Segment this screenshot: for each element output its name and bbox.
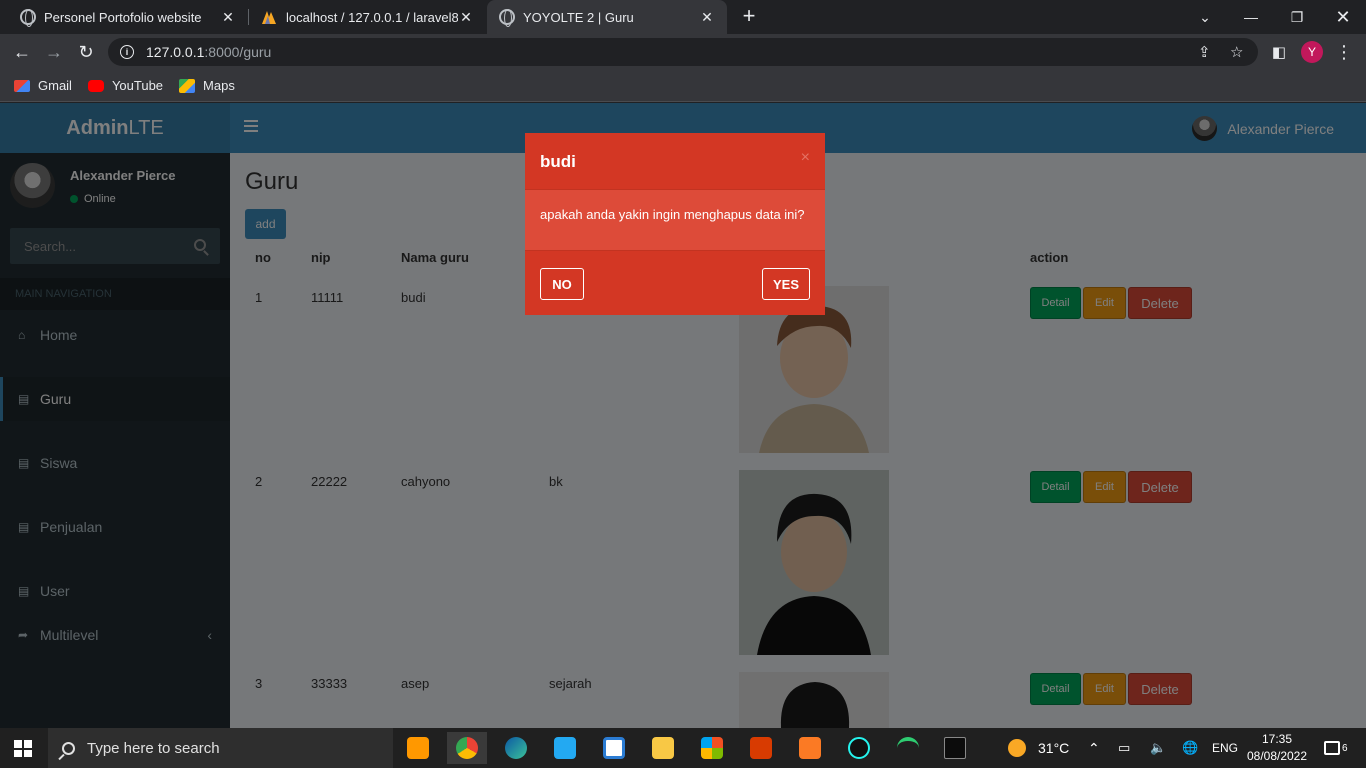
office-icon[interactable] — [741, 732, 781, 764]
browser-tabstrip: Personel Portofolio website ✕ localhost … — [0, 0, 1366, 34]
windows-start-icon[interactable] — [14, 740, 32, 757]
volume-icon[interactable]: 🔈 — [1150, 728, 1166, 768]
url-text: 127.0.0.1:8000/guru — [146, 44, 272, 60]
network-globe-icon[interactable]: 🌐 — [1182, 728, 1198, 768]
minimize-icon[interactable]: — — [1228, 0, 1274, 34]
close-icon[interactable]: × — [801, 149, 810, 167]
bookmark-label: Maps — [203, 78, 235, 93]
notepad-icon[interactable] — [594, 732, 634, 764]
no-button[interactable]: NO — [540, 268, 584, 300]
speedtest-icon[interactable] — [888, 732, 928, 764]
terminal-icon[interactable] — [935, 732, 975, 764]
reload-icon[interactable]: ↻ — [74, 40, 98, 64]
menu-kebab-icon[interactable]: ⋮ — [1332, 40, 1356, 64]
tab-search-icon[interactable]: ⌄ — [1182, 0, 1228, 34]
sublime-text-icon[interactable] — [398, 732, 438, 764]
restore-icon[interactable]: ❐ — [1274, 0, 1320, 34]
phpmyadmin-icon — [262, 11, 276, 24]
browser-tab-guru[interactable]: YOYOLTE 2 | Guru ✕ — [487, 0, 727, 34]
taskbar-search-input[interactable]: Type here to search — [48, 728, 393, 768]
clock[interactable]: 17:35 08/08/2022 — [1240, 731, 1314, 765]
bookmark-label: YouTube — [111, 78, 164, 93]
battery-icon[interactable]: ▭ — [1118, 728, 1130, 768]
forward-icon[interactable]: → — [42, 40, 66, 64]
edge-icon[interactable] — [496, 732, 536, 764]
xampp-icon[interactable] — [790, 732, 830, 764]
yes-button[interactable]: YES — [762, 268, 810, 300]
clock-date: 08/08/2022 — [1246, 749, 1308, 763]
bookmark-gmail[interactable]: Gmail — [14, 78, 72, 93]
microsoft-store-icon[interactable] — [692, 732, 732, 764]
browser-tab-portfolio[interactable]: Personel Portofolio website ✕ — [8, 0, 248, 34]
web-page: AdminLTE Alexander Pierce Alexander Pier… — [0, 103, 1366, 728]
tab-close-icon[interactable]: ✕ — [458, 9, 474, 26]
modal-header: budi × — [525, 133, 825, 190]
close-window-icon[interactable]: ✕ — [1320, 0, 1366, 34]
bookmark-maps[interactable]: Maps — [179, 78, 235, 93]
weather-widget[interactable]: 31°C — [1008, 728, 1069, 768]
modal-footer: NO YES — [525, 250, 825, 315]
new-tab-button[interactable]: + — [738, 5, 760, 28]
sun-icon — [1008, 739, 1026, 757]
tiktok-icon[interactable] — [839, 732, 879, 764]
youtube-icon — [87, 79, 104, 92]
share-icon[interactable]: ⇪ — [1198, 38, 1211, 66]
modal-title: budi — [540, 152, 576, 171]
clock-time: 17:35 — [1261, 732, 1293, 746]
notification-icon[interactable]: 6 — [1324, 728, 1348, 768]
bookmark-youtube[interactable]: YouTube — [87, 78, 164, 93]
chrome-icon[interactable] — [447, 732, 487, 764]
globe-icon — [499, 9, 515, 27]
back-icon[interactable]: ← — [10, 40, 34, 64]
maps-icon — [179, 78, 196, 93]
gmail-icon — [14, 79, 30, 92]
tab-close-icon[interactable]: ✕ — [220, 9, 236, 26]
tab-title: YOYOLTE 2 | Guru — [523, 9, 634, 25]
globe-icon — [20, 9, 36, 27]
taskbar-search-placeholder: Type here to search — [87, 739, 220, 757]
tab-title: localhost / 127.0.0.1 / laravel8 / t — [286, 9, 458, 25]
weather-temp: 31°C — [1038, 740, 1070, 756]
notification-count: 6 — [1342, 742, 1348, 754]
profile-avatar[interactable]: Y — [1301, 41, 1323, 63]
bookmarks-bar: Gmail YouTube Maps — [0, 70, 1366, 102]
vscode-icon[interactable] — [545, 732, 585, 764]
info-icon[interactable]: i — [120, 45, 134, 59]
search-icon — [62, 741, 75, 755]
star-icon[interactable]: ☆ — [1230, 38, 1243, 66]
file-explorer-icon[interactable] — [643, 732, 683, 764]
side-panel-icon[interactable]: ◧ — [1267, 40, 1291, 64]
delete-confirm-modal: budi × apakah anda yakin ingin menghapus… — [525, 133, 825, 315]
browser-toolbar: ← → ↻ i 127.0.0.1:8000/guru ⇪ ☆ ◧ Y ⋮ — [0, 34, 1366, 70]
tab-title: Personel Portofolio website — [44, 9, 202, 25]
browser-tab-phpmyadmin[interactable]: localhost / 127.0.0.1 / laravel8 / t ✕ — [248, 0, 486, 34]
bookmark-label: Gmail — [38, 78, 72, 93]
chevron-up-icon[interactable]: ⌃ — [1088, 728, 1100, 768]
windows-taskbar: Type here to search 31°C ⌃ ▭ 🔈 🌐 ENG 17:… — [0, 728, 1366, 768]
tab-close-icon[interactable]: ✕ — [699, 9, 715, 26]
address-bar[interactable]: i 127.0.0.1:8000/guru ⇪ ☆ — [108, 38, 1258, 66]
language-indicator[interactable]: ENG — [1212, 728, 1238, 768]
modal-message: apakah anda yakin ingin menghapus data i… — [525, 190, 825, 250]
